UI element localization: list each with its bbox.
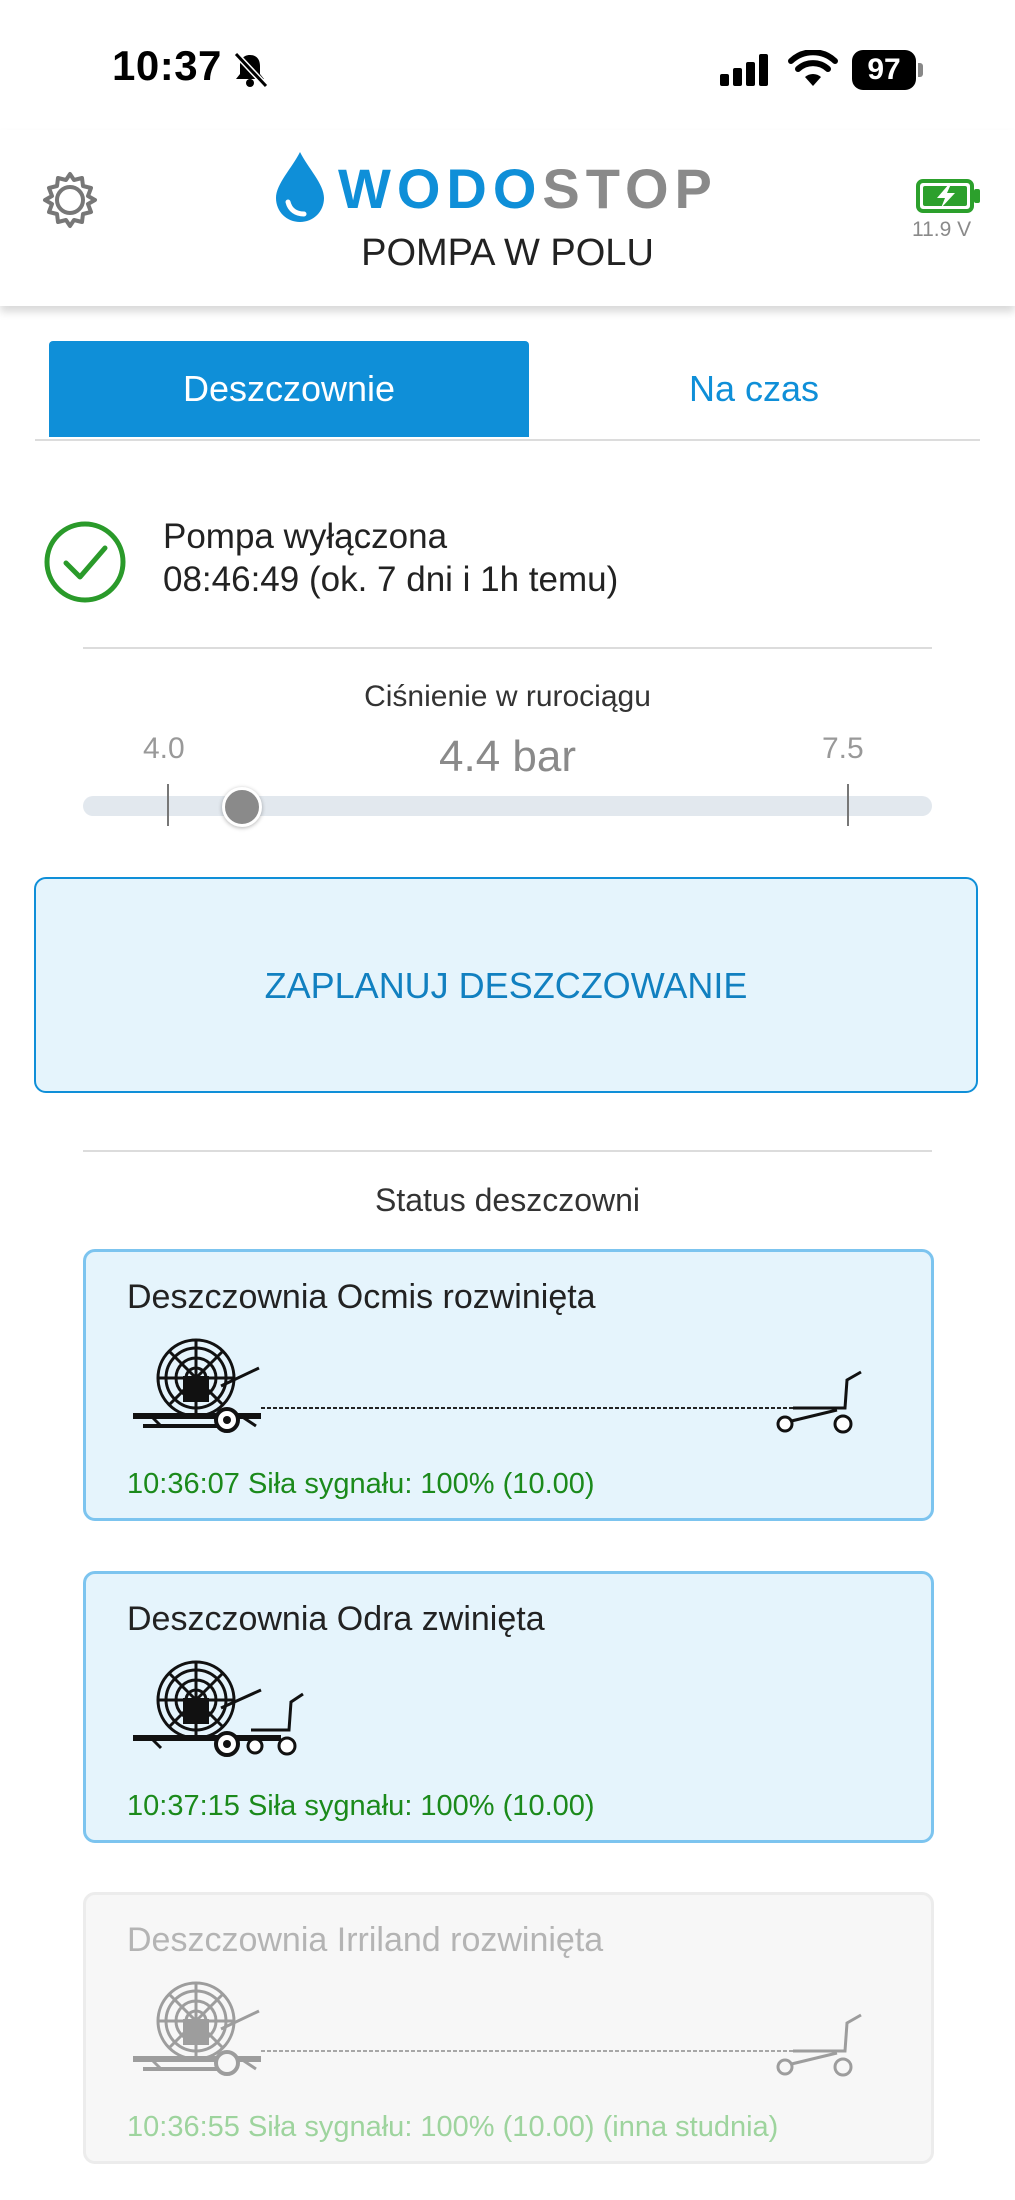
- tab-na-czas[interactable]: Na czas: [529, 341, 979, 437]
- reel-rolled-icon: [133, 1660, 304, 1757]
- reel-card-ocmis[interactable]: Deszczownia Ocmis rozwinięta 10:36:07 Si…: [83, 1249, 934, 1521]
- logo-wodo: WODO: [338, 157, 543, 220]
- phone-battery: 97: [852, 50, 924, 90]
- reel-signal: 10:36:55 Siła sygnału: 100% (10.00) (inn…: [127, 2111, 779, 2143]
- battery-charging-icon: [916, 179, 980, 213]
- tab-deszczownie[interactable]: Deszczownie: [49, 341, 529, 437]
- schedule-irrigation-label: ZAPLANUJ DESZCZOWANIE: [264, 965, 748, 1006]
- reel-signal: 10:37:15 Siła sygnału: 100% (10.00): [127, 1790, 595, 1822]
- logo-wordmark: WODOSTOP: [338, 156, 718, 221]
- pump-state: Pompa wyłączona: [163, 517, 448, 556]
- check-circle-icon: [44, 521, 126, 603]
- pressure-label: Ciśnienie w rurociągu: [364, 680, 651, 713]
- page-title: POMPA W POLU: [361, 232, 654, 274]
- pressure-max-tick: [847, 784, 849, 826]
- reel-extended-icon: [133, 1981, 862, 2077]
- bell-muted-icon: [233, 51, 269, 89]
- reel-extended-icon: [133, 1338, 862, 1434]
- battery-cap: [918, 63, 923, 77]
- water-drop-icon: [276, 152, 324, 222]
- pump-time-info: 08:46:49 (ok. 7 dni i 1h temu): [163, 560, 619, 599]
- pressure-max-label: 7.5: [822, 732, 864, 765]
- logo-stop: STOP: [542, 157, 718, 220]
- reel-card-odra[interactable]: Deszczownia Odra zwinięta 10:37:15 Siła …: [83, 1571, 934, 1843]
- gear-icon[interactable]: [40, 170, 100, 230]
- status-bar: 10:37 97: [0, 0, 1015, 130]
- reel-title: Deszczownia Irriland rozwinięta: [127, 1921, 604, 1959]
- pressure-slider-track[interactable]: [83, 796, 932, 816]
- status-time: 10:37: [112, 42, 222, 89]
- schedule-irrigation-button[interactable]: ZAPLANUJ DESZCZOWANIE: [34, 877, 978, 1093]
- battery-level: 97: [852, 50, 916, 90]
- app-logo: WODOSTOP: [272, 150, 712, 230]
- reels-section-title: Status deszczowni: [374, 1182, 640, 1218]
- wifi-icon: [788, 50, 838, 86]
- voltage-readout: 11.9 V: [912, 218, 972, 241]
- reel-title: Deszczownia Ocmis rozwinięta: [127, 1278, 596, 1316]
- pressure-min-tick: [167, 784, 169, 826]
- reel-title: Deszczownia Odra zwinięta: [127, 1600, 545, 1638]
- reel-card-irriland[interactable]: Deszczownia Irriland rozwinięta 10:36:55…: [83, 1892, 934, 2164]
- cellular-signal-icon: [720, 54, 768, 86]
- divider: [83, 1150, 932, 1152]
- pressure-slider-knob[interactable]: [222, 787, 262, 827]
- divider: [83, 647, 932, 649]
- app-header: WODOSTOP POMPA W POLU 11.9 V: [0, 130, 1015, 306]
- tab-bar: Deszczownie Na czas: [35, 341, 980, 441]
- reel-signal: 10:36:07 Siła sygnału: 100% (10.00): [127, 1468, 595, 1500]
